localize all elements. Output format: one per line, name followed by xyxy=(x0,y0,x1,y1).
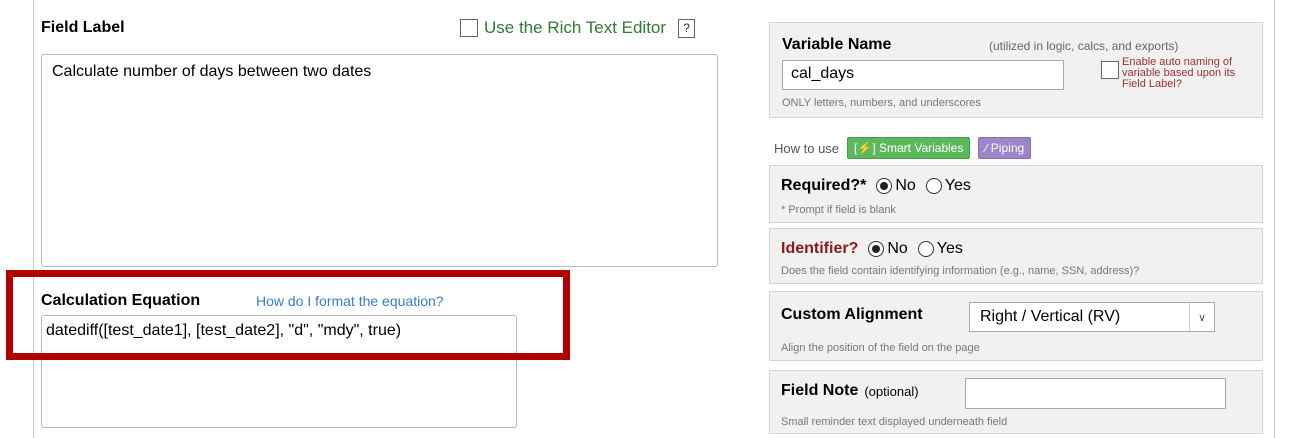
field-label-title: Field Label xyxy=(41,19,125,36)
variable-name-hint: ONLY letters, numbers, and underscores xyxy=(782,97,981,109)
custom-alignment-title: Custom Alignment xyxy=(781,306,923,323)
field-note-input[interactable] xyxy=(965,378,1226,409)
custom-alignment-select[interactable]: Right / Vertical (RV) ∨ xyxy=(969,302,1215,332)
help-icon[interactable]: ? xyxy=(678,18,696,38)
variable-name-note: (utilized in logic, calcs, and exports) xyxy=(989,39,1179,53)
variable-name-panel: Variable Name (utilized in logic, calcs,… xyxy=(769,22,1263,118)
format-equation-help-link[interactable]: How do I format the equation? xyxy=(256,293,444,309)
required-title: Required?* xyxy=(781,177,867,194)
smart-variables-button[interactable]: [⚡] Smart Variables xyxy=(847,137,971,159)
rich-text-checkbox[interactable] xyxy=(460,19,478,37)
auto-naming-checkbox[interactable] xyxy=(1101,61,1119,79)
field-note-title: Field Note xyxy=(781,382,859,399)
identifier-no-radio[interactable] xyxy=(868,241,885,257)
required-yes-radio[interactable] xyxy=(925,178,942,194)
field-note-hint: Small reminder text displayed underneath… xyxy=(781,416,1008,428)
rich-text-editor-toggle[interactable]: Use the Rich Text Editor ? xyxy=(460,18,696,38)
identifier-yes-label: Yes xyxy=(936,240,963,257)
calculation-equation-textarea[interactable]: datediff([test_date1], [test_date2], "d"… xyxy=(41,315,517,428)
chevron-down-icon[interactable]: ∨ xyxy=(1189,303,1214,331)
piping-button[interactable]: ∕ Piping xyxy=(978,137,1032,159)
custom-alignment-panel: Custom Alignment Right / Vertical (RV) ∨… xyxy=(769,291,1263,361)
identifier-hint: Does the field contain identifying infor… xyxy=(781,265,1140,277)
field-note-optional: (optional) xyxy=(864,383,919,399)
custom-alignment-hint: Align the position of the field on the p… xyxy=(781,342,980,354)
required-yes-label: Yes xyxy=(944,177,971,194)
field-note-panel: Field Note (optional) Small reminder tex… xyxy=(769,370,1263,434)
variable-name-input[interactable]: cal_days xyxy=(782,60,1064,90)
variable-name-title: Variable Name xyxy=(782,36,892,53)
required-hint: * Prompt if field is blank xyxy=(781,204,896,216)
identifier-yes-radio[interactable] xyxy=(917,241,934,257)
identifier-no-option[interactable]: No xyxy=(868,240,908,258)
auto-naming-label: Enable auto naming of variable based upo… xyxy=(1122,56,1236,90)
identifier-panel: Identifier? No Yes Does the field contai… xyxy=(769,228,1263,284)
field-label-textarea[interactable]: Calculate number of days between two dat… xyxy=(41,54,718,267)
required-no-radio[interactable] xyxy=(876,178,893,194)
identifier-no-label: No xyxy=(887,240,908,257)
how-to-use-bar: How to use [⚡] Smart Variables ∕ Piping xyxy=(774,137,1032,159)
custom-alignment-value: Right / Vertical (RV) xyxy=(980,308,1121,325)
calculation-equation-title: Calculation Equation xyxy=(41,292,201,309)
required-panel: Required?* No Yes * Prompt if field is b… xyxy=(769,165,1263,223)
required-no-label: No xyxy=(895,177,916,194)
required-yes-option[interactable]: Yes xyxy=(925,177,971,195)
required-no-option[interactable]: No xyxy=(876,177,916,195)
rich-text-label: Use the Rich Text Editor xyxy=(484,18,667,37)
identifier-title: Identifier? xyxy=(781,240,859,257)
how-to-use-label: How to use xyxy=(774,140,840,156)
identifier-yes-option[interactable]: Yes xyxy=(917,240,963,258)
